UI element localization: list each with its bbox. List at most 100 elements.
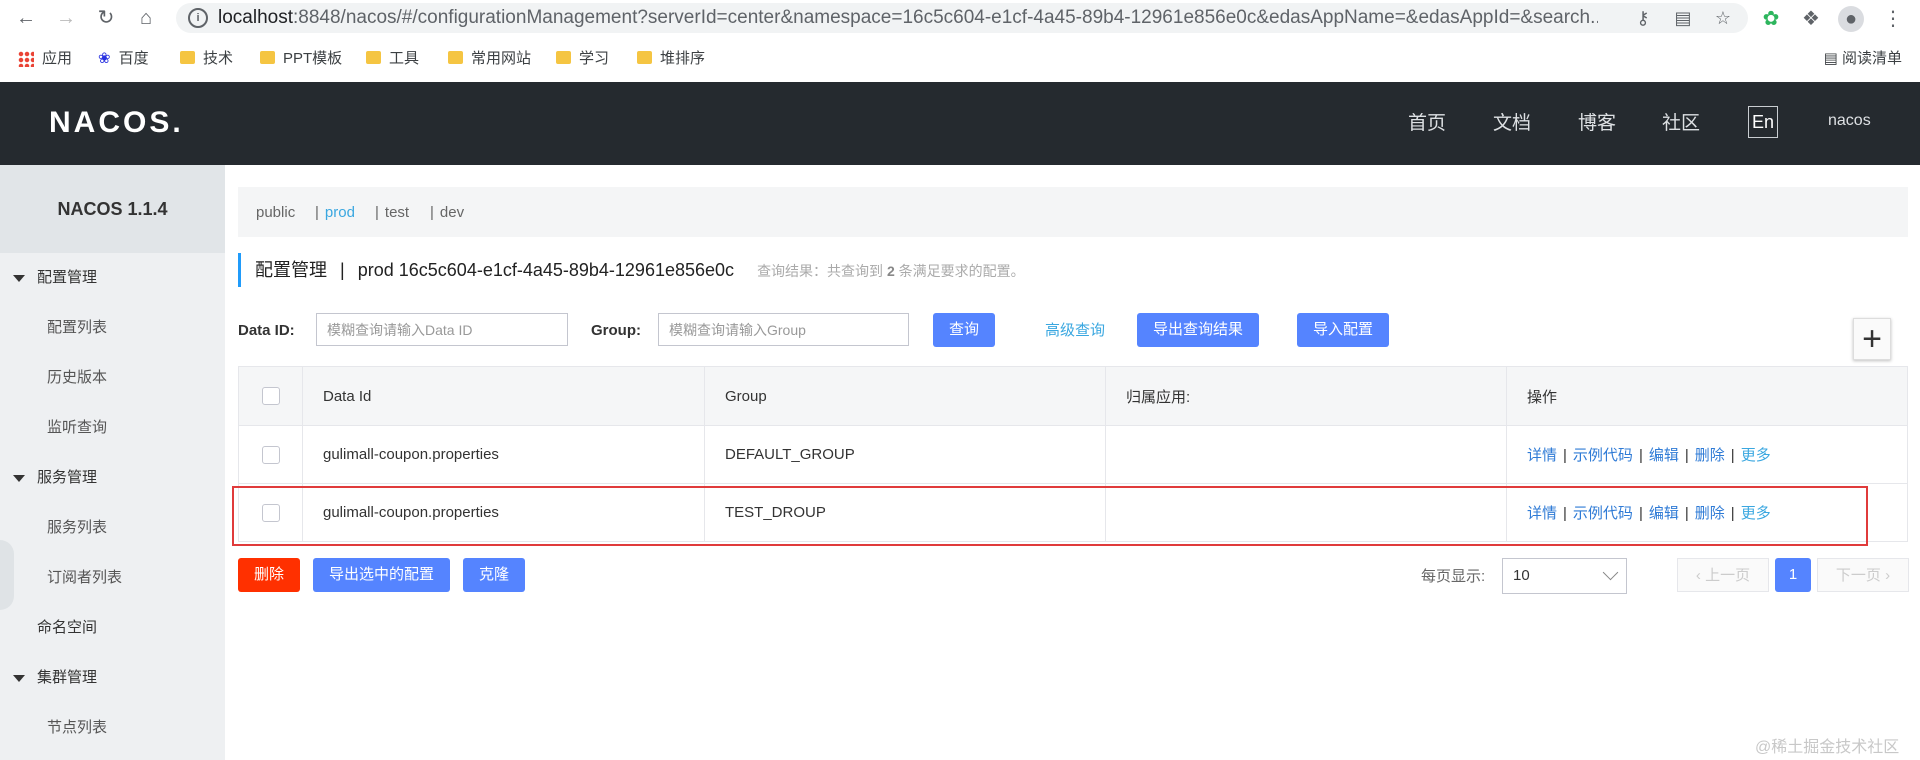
column-header-group[interactable]: Group — [704, 366, 1106, 426]
row-checkbox[interactable] — [261, 445, 280, 464]
delete-link[interactable]: 删除 — [1695, 505, 1725, 522]
nav-docs[interactable]: 文档 — [1493, 110, 1531, 138]
details-link[interactable]: 详情 — [1527, 505, 1557, 522]
namespace-dev[interactable]: dev — [440, 204, 464, 221]
namespace-dev-wrap: | dev — [430, 187, 464, 239]
star-icon[interactable]: ☆ — [1712, 7, 1734, 29]
advanced-query-link[interactable]: 高级查询 — [1045, 320, 1105, 342]
row-checkbox[interactable] — [261, 503, 280, 522]
delete-link[interactable]: 删除 — [1695, 447, 1725, 464]
details-link[interactable]: 详情 — [1527, 447, 1557, 464]
delete-button[interactable]: 删除 — [238, 558, 300, 592]
bookmark-label: 堆排序 — [660, 50, 706, 67]
bookmark-label: 常用网站 — [471, 50, 532, 67]
url-text[interactable]: localhost:8848/nacos/#/configurationMana… — [218, 7, 1598, 29]
back-arrow-icon[interactable]: ← — [14, 6, 38, 30]
translate-icon[interactable]: ▤ — [1672, 7, 1694, 29]
site-info-icon[interactable]: i — [188, 8, 208, 28]
page-size-select[interactable]: 10 — [1502, 558, 1627, 594]
cell-ops: 详情 | 示例代码 | 编辑 | 删除 | 更多 — [1506, 483, 1908, 542]
namespace-public[interactable]: public — [256, 187, 295, 239]
sidebar-group-cluster[interactable]: 集群管理 — [0, 653, 225, 703]
home-icon[interactable]: ⌂ — [134, 6, 158, 30]
sidebar-item-subscribers[interactable]: 订阅者列表 — [0, 553, 225, 603]
sample-code-link[interactable]: 示例代码 — [1573, 505, 1633, 522]
next-page-label: 下一页 — [1835, 567, 1881, 584]
sidebar-item-history[interactable]: 历史版本 — [0, 353, 225, 403]
plus-icon[interactable]: + — [1853, 318, 1891, 360]
sidebar-item-nodes[interactable]: 节点列表 — [0, 703, 225, 753]
user-name[interactable]: nacos — [1828, 112, 1871, 130]
forward-arrow-icon[interactable]: → — [54, 6, 78, 30]
prev-page-button[interactable]: ‹ 上一页 — [1677, 558, 1769, 592]
nacos-logo[interactable]: NACOS. — [49, 106, 184, 140]
nav-blog[interactable]: 博客 — [1578, 110, 1616, 138]
chevron-right-icon: › — [1880, 567, 1891, 584]
title-separator: | — [340, 260, 345, 280]
config-table: Data Id Group 归属应用: 操作 gulimall-coupon.p… — [238, 366, 1908, 542]
key-icon[interactable]: ⚷ — [1632, 7, 1654, 29]
sidebar-group-config[interactable]: 配置管理 — [0, 253, 225, 303]
bookmark-tools[interactable]: 工具 — [366, 48, 419, 70]
table-header-row: Data Id Group 归属应用: 操作 — [238, 366, 1908, 426]
select-all-cell — [238, 366, 303, 426]
reading-list-label: 阅读清单 — [1841, 50, 1902, 67]
nav-home[interactable]: 首页 — [1408, 110, 1446, 138]
baidu-paw-icon: ❀ — [98, 50, 111, 68]
next-page-button[interactable]: 下一页 › — [1817, 558, 1909, 592]
bookmark-ppt[interactable]: PPT模板 — [260, 48, 342, 70]
bookmark-sites[interactable]: 常用网站 — [448, 48, 531, 70]
export-results-button[interactable]: 导出查询结果 — [1137, 313, 1259, 347]
evernote-icon[interactable]: ✿ — [1758, 6, 1784, 32]
pipe: | — [1684, 505, 1689, 522]
namespace-test-wrap: | test — [375, 187, 409, 239]
address-bar[interactable]: i localhost:8848/nacos/#/configurationMa… — [176, 3, 1748, 33]
sidebar-group-label: 集群管理 — [37, 669, 98, 686]
export-selected-button[interactable]: 导出选中的配置 — [313, 558, 450, 592]
select-all-checkbox[interactable] — [261, 387, 280, 406]
sample-code-link[interactable]: 示例代码 — [1573, 447, 1633, 464]
separator: | — [375, 204, 379, 221]
bookmark-baidu[interactable]: ❀ 百度 — [98, 48, 149, 70]
bookmark-apps[interactable]: 应用 — [18, 48, 72, 70]
more-link[interactable]: 更多 — [1741, 505, 1771, 522]
import-config-button[interactable]: 导入配置 — [1297, 313, 1389, 347]
pipe: | — [1638, 447, 1643, 464]
namespace-test[interactable]: test — [385, 204, 409, 221]
reload-icon[interactable]: ↻ — [94, 6, 118, 30]
page-title-text: 配置管理 — [255, 260, 327, 280]
menu-icon[interactable]: ⋮ — [1880, 6, 1906, 32]
url-path: :8848/nacos/#/configurationManagement?se… — [293, 7, 1598, 28]
column-header-app[interactable]: 归属应用: — [1105, 366, 1507, 426]
profile-icon[interactable]: ● — [1838, 6, 1864, 32]
sidebar-item-service-list[interactable]: 服务列表 — [0, 503, 225, 553]
watermark: @稀土掘金技术社区 — [1755, 739, 1900, 756]
language-toggle[interactable]: En — [1748, 106, 1778, 138]
bookmark-tech[interactable]: 技术 — [180, 48, 233, 70]
column-header-dataid[interactable]: Data Id — [302, 366, 705, 426]
folder-icon — [556, 50, 571, 64]
reading-list-icon: ▤ — [1823, 50, 1842, 67]
sidebar-group-service[interactable]: 服务管理 — [0, 453, 225, 503]
query-button[interactable]: 查询 — [933, 313, 995, 347]
extensions-icon[interactable]: ❖ — [1798, 6, 1824, 32]
group-input[interactable] — [658, 313, 909, 346]
edit-link[interactable]: 编辑 — [1649, 447, 1679, 464]
clone-button[interactable]: 克隆 — [463, 558, 525, 592]
sidebar-item-namespace[interactable]: 命名空间 — [0, 603, 225, 653]
reading-list[interactable]: ▤ 阅读清单 — [1824, 48, 1902, 70]
page-1-button[interactable]: 1 — [1775, 558, 1811, 592]
folder-icon — [180, 50, 195, 64]
more-link[interactable]: 更多 — [1741, 447, 1771, 464]
sidebar-item-listener[interactable]: 监听查询 — [0, 403, 225, 453]
sidebar-collapse-handle[interactable] — [0, 540, 14, 610]
bookmark-heapsort[interactable]: 堆排序 — [637, 48, 705, 70]
namespace-prod[interactable]: prod — [325, 204, 355, 221]
edit-link[interactable]: 编辑 — [1649, 505, 1679, 522]
data-id-input[interactable] — [316, 313, 568, 346]
separator: | — [315, 204, 319, 221]
bookmark-study[interactable]: 学习 — [556, 48, 609, 70]
table-row: gulimall-coupon.properties DEFAULT_GROUP… — [238, 425, 1908, 484]
nav-community[interactable]: 社区 — [1662, 110, 1700, 138]
sidebar-item-config-list[interactable]: 配置列表 — [0, 303, 225, 353]
